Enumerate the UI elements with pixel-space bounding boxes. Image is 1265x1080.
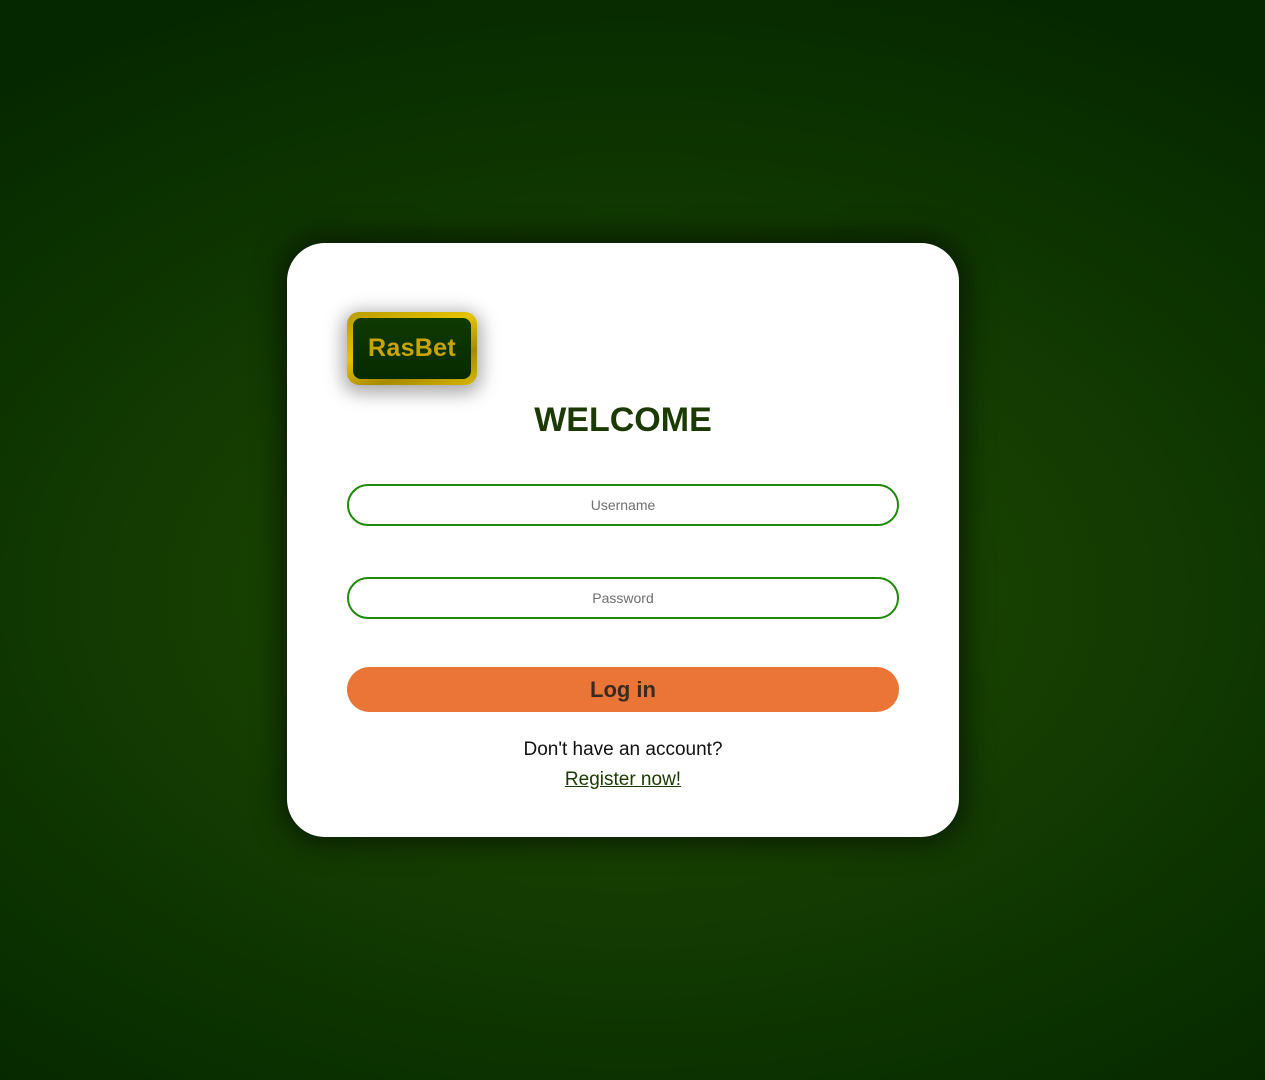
register-link[interactable]: Register now! xyxy=(565,769,681,790)
login-card: RasBet WELCOME Log in Don't have an acco… xyxy=(287,243,959,837)
no-account-prompt: Don't have an account? xyxy=(523,739,723,760)
rasbet-logo: RasBet xyxy=(347,312,477,385)
password-input[interactable] xyxy=(347,577,899,619)
logo-inner: RasBet xyxy=(353,318,471,379)
logo-text: RasBet xyxy=(368,334,456,362)
register-link-container: Register now! xyxy=(287,769,959,791)
username-input[interactable] xyxy=(347,484,899,526)
page-title: WELCOME xyxy=(534,401,712,439)
login-button[interactable]: Log in xyxy=(347,667,899,712)
